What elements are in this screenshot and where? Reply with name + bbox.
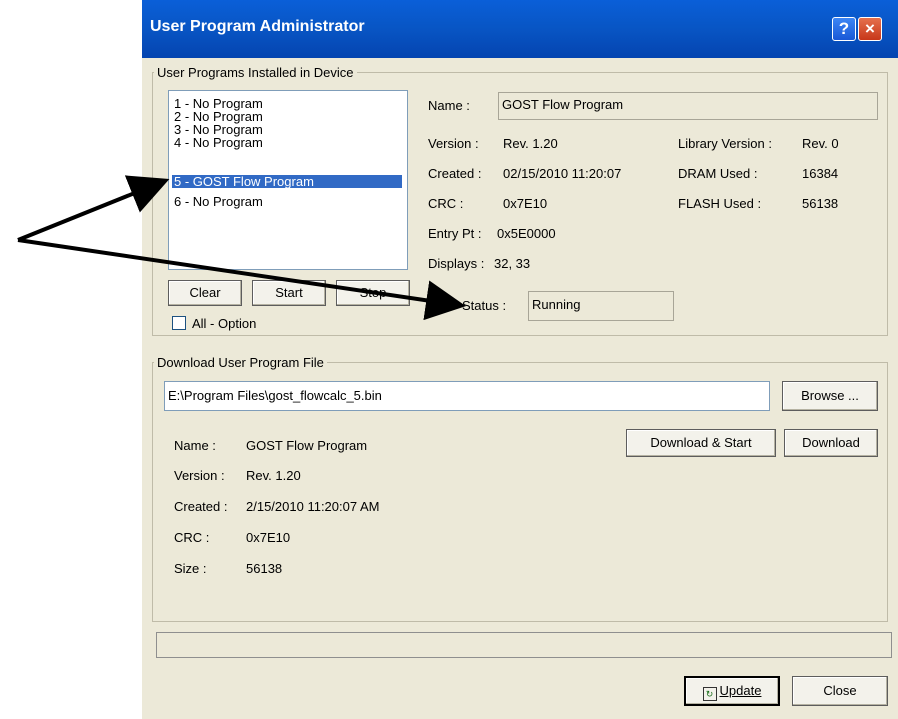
dram-used-label: DRAM Used : [678,166,758,181]
version-label: Version : [428,136,479,151]
all-option-label: All - Option [192,316,257,331]
crc-label: CRC : [428,196,464,211]
flash-used-label: FLASH Used : [678,196,762,211]
list-item[interactable]: 4 - No Program [172,136,265,149]
library-version-label: Library Version : [678,136,772,151]
created-value: 02/15/2010 11:20:07 [503,166,622,181]
download-size-label: Size : [174,561,207,576]
entry-point-value: 0x5E0000 [497,226,556,241]
entry-point-label: Entry Pt : [428,226,482,241]
title-bar: User Program Administrator ? × [142,0,898,58]
download-crc-label: CRC : [174,530,210,545]
start-button[interactable]: Start [252,280,326,306]
close-button[interactable]: Close [792,676,888,706]
crc-value: 0x7E10 [503,196,548,211]
download-created-label: Created : [174,499,228,514]
download-start-button[interactable]: Download & Start [626,429,776,457]
window-title: User Program Administrator [150,18,365,35]
download-version-value: Rev. 1.20 [246,468,301,483]
update-button[interactable]: ↻ Update [684,676,780,706]
program-list[interactable]: 1 - No Program 2 - No Program 3 - No Pro… [168,90,408,270]
help-icon[interactable]: ? [832,17,856,41]
refresh-icon: ↻ [702,687,717,701]
name-field: GOST Flow Program [498,92,878,120]
download-crc-value: 0x7E10 [246,530,291,545]
update-button-label: Update [719,683,762,698]
file-path-input[interactable]: E:\Program Files\gost_flowcalc_5.bin [164,381,770,411]
browse-button[interactable]: Browse ... [782,381,878,411]
close-icon[interactable]: × [858,17,882,41]
dram-used-value: 16384 [802,166,839,181]
download-group-label: Download User Program File [154,355,327,370]
download-button[interactable]: Download [784,429,878,457]
flash-used-value: 56138 [802,196,839,211]
status-field: Running [528,291,674,321]
download-size-value: 56138 [246,561,283,576]
installed-programs-group-label: User Programs Installed in Device [154,65,357,80]
clear-button[interactable]: Clear [168,280,242,306]
status-label: Status : [462,298,507,313]
list-item-selected[interactable]: 5 - GOST Flow Program [172,175,402,188]
all-option-checkbox[interactable] [172,316,186,330]
user-program-administrator-window: User Program Administrator ? × User Prog… [142,0,898,719]
download-name-label: Name : [174,438,216,453]
download-created-value: 2/15/2010 11:20:07 AM [246,499,380,514]
created-label: Created : [428,166,482,181]
library-version-value: Rev. 0 [802,136,839,151]
download-version-label: Version : [174,468,225,483]
progress-bar [156,632,892,658]
version-value: Rev. 1.20 [503,136,558,151]
name-label: Name : [428,98,470,113]
displays-value: 32, 33 [494,256,531,271]
stop-button[interactable]: Stop [336,280,410,306]
list-item[interactable]: 6 - No Program [172,195,265,208]
displays-label: Displays : [428,256,485,271]
download-name-value: GOST Flow Program [246,438,368,453]
